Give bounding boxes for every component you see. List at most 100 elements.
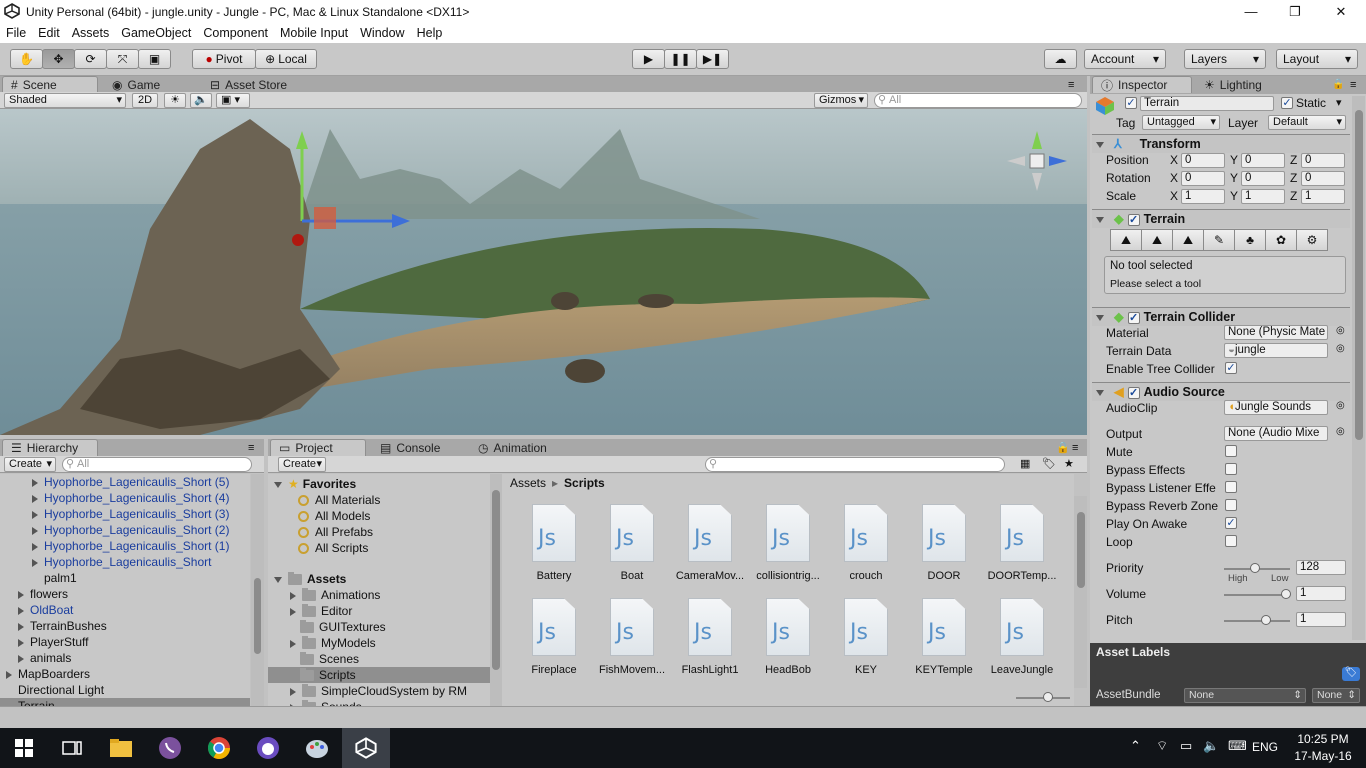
panel-menu-icon[interactable]: ≡ — [1072, 442, 1078, 454]
favorite-item[interactable]: All Materials — [268, 492, 380, 508]
folder-item[interactable]: Scripts — [268, 667, 490, 683]
account-dropdown[interactable]: Account ▾ — [1084, 49, 1166, 69]
project-tree-scrollbar[interactable] — [490, 474, 502, 706]
favorite-item[interactable]: All Prefabs — [268, 524, 373, 540]
audio-source-header[interactable]: ◀ ✓ Audio Source — [1092, 382, 1350, 401]
transform-scale-x-field[interactable]: 1 — [1181, 189, 1225, 204]
tab-lighting[interactable]: ☀ Lighting — [1196, 76, 1270, 93]
output-field[interactable]: None (Audio Mixe — [1224, 426, 1328, 441]
hierarchy-item[interactable]: Hyophorbe_Lagenicaulis_Short (2) — [0, 522, 250, 538]
hand-tool-button[interactable]: ✋ — [10, 49, 43, 69]
script-file-icon[interactable]: Js — [532, 504, 576, 562]
expand-arrow-icon[interactable] — [290, 687, 296, 696]
task-view-icon[interactable] — [48, 728, 96, 768]
audio-enabled-checkbox[interactable]: ✓ — [1127, 386, 1140, 399]
script-file-label[interactable]: DOORTemp... — [983, 570, 1061, 582]
breadcrumb-assets[interactable]: Assets — [510, 476, 546, 490]
object-picker-icon[interactable]: ◎ — [1336, 400, 1345, 411]
scene-view[interactable] — [0, 109, 1087, 435]
folder-item[interactable]: Scenes — [268, 651, 490, 667]
chrome-icon[interactable] — [195, 728, 243, 768]
hierarchy-item[interactable]: MapBoarders — [0, 666, 250, 682]
hierarchy-item[interactable]: animals — [0, 650, 250, 666]
script-file-icon[interactable]: Js — [922, 598, 966, 656]
hierarchy-item[interactable]: flowers — [0, 586, 250, 602]
folder-item[interactable]: Sounds — [268, 699, 490, 706]
hierarchy-item[interactable]: OldBoat — [0, 602, 250, 618]
effects-toggle-icon[interactable]: ▣ ▾ — [216, 93, 250, 108]
transform-scale-y-field[interactable]: 1 — [1241, 189, 1285, 204]
tab-game[interactable]: ◉ Game — [104, 76, 168, 93]
tab-inspector[interactable]: ⓘ Inspector — [1092, 76, 1192, 93]
menu-window[interactable]: Window — [354, 26, 410, 40]
keyboard-icon[interactable]: ⌨ — [1228, 738, 1247, 754]
expand-arrow-icon[interactable] — [18, 622, 24, 631]
layout-dropdown[interactable]: Layout ▾ — [1276, 49, 1358, 69]
clock-date[interactable]: 17-May-16 — [1290, 749, 1356, 763]
pause-button[interactable]: ❚❚ — [664, 49, 697, 69]
menu-edit[interactable]: Edit — [32, 26, 66, 40]
lock-icon[interactable]: 🔒 — [1332, 79, 1344, 90]
wifi-icon[interactable]: ⌔ — [1156, 738, 1168, 754]
filter-type-icon[interactable]: ▦ — [1020, 457, 1030, 470]
tab-animation[interactable]: ◷ Animation — [470, 439, 555, 456]
smooth-height-icon[interactable]: ⛰ — [1172, 229, 1204, 251]
hierarchy-item[interactable]: palm1 — [0, 570, 250, 586]
tree-collider-checkbox[interactable]: ✓ — [1225, 362, 1237, 374]
volume-icon[interactable]: 🔈 — [1203, 738, 1219, 754]
hierarchy-item[interactable]: Hyophorbe_Lagenicaulis_Short (3) — [0, 506, 250, 522]
paint-height-icon[interactable]: ⛰ — [1141, 229, 1173, 251]
lock-icon[interactable]: 🔒 — [1056, 441, 1070, 454]
hierarchy-item[interactable]: Directional Light — [0, 682, 250, 698]
folder-item[interactable]: GUITextures — [268, 619, 490, 635]
hierarchy-scrollbar[interactable] — [251, 474, 264, 706]
expand-arrow-icon[interactable] — [6, 670, 12, 679]
script-file-icon[interactable]: Js — [610, 504, 654, 562]
bypass-listener-checkbox[interactable] — [1225, 481, 1237, 493]
transform-position-y-field[interactable]: 0 — [1241, 153, 1285, 168]
layer-dropdown[interactable]: Default ▾ — [1268, 115, 1346, 130]
hierarchy-item[interactable]: TerrainBushes — [0, 618, 250, 634]
pitch-slider[interactable] — [1224, 620, 1290, 622]
transform-header[interactable]: ⅄ Transform — [1092, 134, 1350, 153]
panel-menu-icon[interactable]: ≡ — [1350, 79, 1356, 91]
transform-rotation-y-field[interactable]: 0 — [1241, 171, 1285, 186]
audio-toggle-icon[interactable]: 🔈 — [190, 93, 212, 108]
scene-search-input[interactable]: ⚲ All — [874, 93, 1082, 108]
2d-toggle[interactable]: 2D — [132, 93, 158, 108]
hierarchy-item[interactable]: Hyophorbe_Lagenicaulis_Short — [0, 554, 250, 570]
assetbundle-variant-dropdown[interactable]: None ⇕ — [1312, 688, 1360, 703]
script-file-label[interactable]: CameraMov... — [671, 570, 749, 582]
expand-arrow-icon[interactable] — [32, 478, 38, 487]
panel-menu-icon[interactable]: ≡ — [248, 442, 254, 454]
script-file-icon[interactable]: Js — [766, 598, 810, 656]
icon-size-slider-knob[interactable] — [1043, 692, 1053, 702]
tab-project[interactable]: ▭ Project — [270, 439, 366, 456]
paint-details-icon[interactable]: ✿ — [1265, 229, 1297, 251]
hierarchy-item[interactable]: PlayerStuff — [0, 634, 250, 650]
file-explorer-icon[interactable] — [97, 728, 145, 768]
hierarchy-item[interactable]: Hyophorbe_Lagenicaulis_Short (1) — [0, 538, 250, 554]
script-file-icon[interactable]: Js — [1000, 504, 1044, 562]
expand-arrow-icon[interactable] — [290, 591, 296, 600]
project-create-dropdown[interactable]: Create ▾ — [278, 457, 326, 472]
hierarchy-search-input[interactable]: ⚲ All — [62, 457, 252, 472]
script-file-icon[interactable]: Js — [844, 598, 888, 656]
transform-position-z-field[interactable]: 0 — [1301, 153, 1345, 168]
terrain-collider-header[interactable]: ◆ ✓ Terrain Collider — [1092, 307, 1350, 326]
breadcrumb-scripts[interactable]: Scripts — [564, 476, 605, 490]
menu-file[interactable]: File — [0, 26, 32, 40]
pitch-field[interactable]: 1 — [1296, 612, 1346, 627]
folder-item[interactable]: Animations — [268, 587, 490, 603]
pivot-toggle[interactable]: ● Pivot — [192, 49, 256, 69]
script-file-label[interactable]: DOOR — [905, 570, 983, 582]
script-file-icon[interactable]: Js — [844, 504, 888, 562]
script-file-label[interactable]: Boat — [593, 570, 671, 582]
audioclip-field[interactable]: ◖Jungle Sounds — [1224, 400, 1328, 415]
script-file-label[interactable]: FlashLight1 — [671, 664, 749, 676]
script-file-label[interactable]: LeaveJungle — [983, 664, 1061, 676]
script-file-icon[interactable]: Js — [1000, 598, 1044, 656]
close-button[interactable]: ✕ — [1318, 0, 1364, 23]
transform-rotation-z-field[interactable]: 0 — [1301, 171, 1345, 186]
menu-component[interactable]: Component — [197, 26, 274, 40]
